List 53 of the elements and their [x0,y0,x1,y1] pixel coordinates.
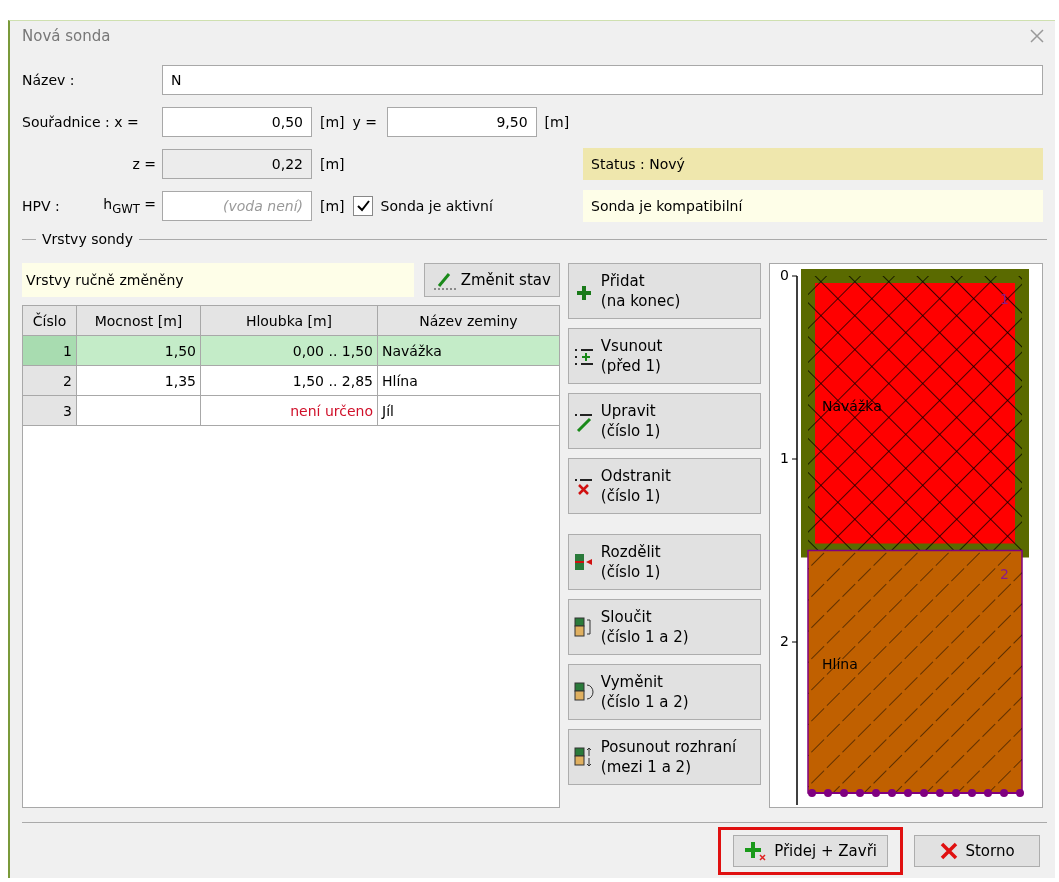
cancel-button[interactable]: Storno [914,834,1040,867]
unit-label: [m] [320,198,345,214]
plus-icon [744,839,769,862]
column-header: Hloubka [m] [201,306,378,335]
pencil-icon [432,270,457,290]
depth-tick-label: 0 [780,267,789,283]
depth-tick-label: 2 [780,633,789,649]
layer-action-button[interactable]: Vsunout (před 1) [567,328,761,384]
add-close-button[interactable]: Přidej + Zavři [733,834,888,867]
active-checkbox[interactable] [352,196,373,216]
table-cell: 3 [23,396,77,425]
unit-label: [m] [544,114,570,130]
table-row[interactable]: 2 1,35 1,50 .. 2,85 Hlína [23,366,559,396]
table-cell: 0,00 .. 1,50 [201,336,378,365]
table-cell: 2 [23,366,77,395]
field-label: h$_{GWT}$ = [102,196,157,216]
table-row[interactable]: 3 není určeno Jíl [23,396,559,426]
field-label: z = [131,156,157,172]
field-label: y = [352,114,379,130]
column-header: Mocnost [m] [77,306,201,335]
depth-tick-label: 1 [780,450,789,466]
layer-label: Hlína [822,656,858,673]
window-title: Nová sonda [22,27,111,45]
table-cell: Navážka [378,336,559,365]
field-label: Název : [22,72,76,88]
unit-label: [m] [320,114,345,130]
checkbox-label: Sonda je aktivní [380,198,493,214]
close-icon [939,840,960,861]
table-cell: 1,50 [77,336,201,365]
section-title: Vrstvy sondy [42,231,134,247]
layer-action-button[interactable]: Sloučit (číslo 1 a 2) [567,599,761,655]
field-label: HPV : [22,198,61,214]
layers-note: Vrstvy ručně změněny [22,263,414,297]
layer-action-button[interactable]: Upravit (číslo 1) [567,393,761,449]
layer-action-button[interactable]: Posunout rozhraní (mezi 1 a 2) [567,729,761,785]
layer-action-button[interactable]: Vyměnit (číslo 1 a 2) [567,664,761,720]
column-header: Číslo [23,306,77,335]
name-field[interactable]: N [162,65,1043,95]
status-text: Status : Nový [583,148,1043,180]
change-state-button[interactable]: Změnit stav [423,263,560,297]
table-row[interactable]: 1 1,50 0,00 .. 1,50 Navážka [23,336,559,366]
column-header: Název zeminy [378,306,559,335]
x-field[interactable]: 0,50 [162,107,312,137]
layer-action-button[interactable]: Rozdělit (číslo 1) [567,534,761,590]
layer-number: 2 [1000,565,1009,582]
layer-action-button[interactable]: Odstranit (číslo 1) [567,458,761,514]
table-cell: 1 [23,336,77,365]
unit-label: [m] [320,156,345,172]
field-label: Souřadnice : x = [22,114,140,130]
info-text: Sonda je kompatibilní [583,190,1043,222]
layer-action-button[interactable]: Přidat (na konec) [567,263,761,319]
z-field: 0,22 [162,149,312,179]
y-field[interactable]: 9,50 [386,107,537,137]
